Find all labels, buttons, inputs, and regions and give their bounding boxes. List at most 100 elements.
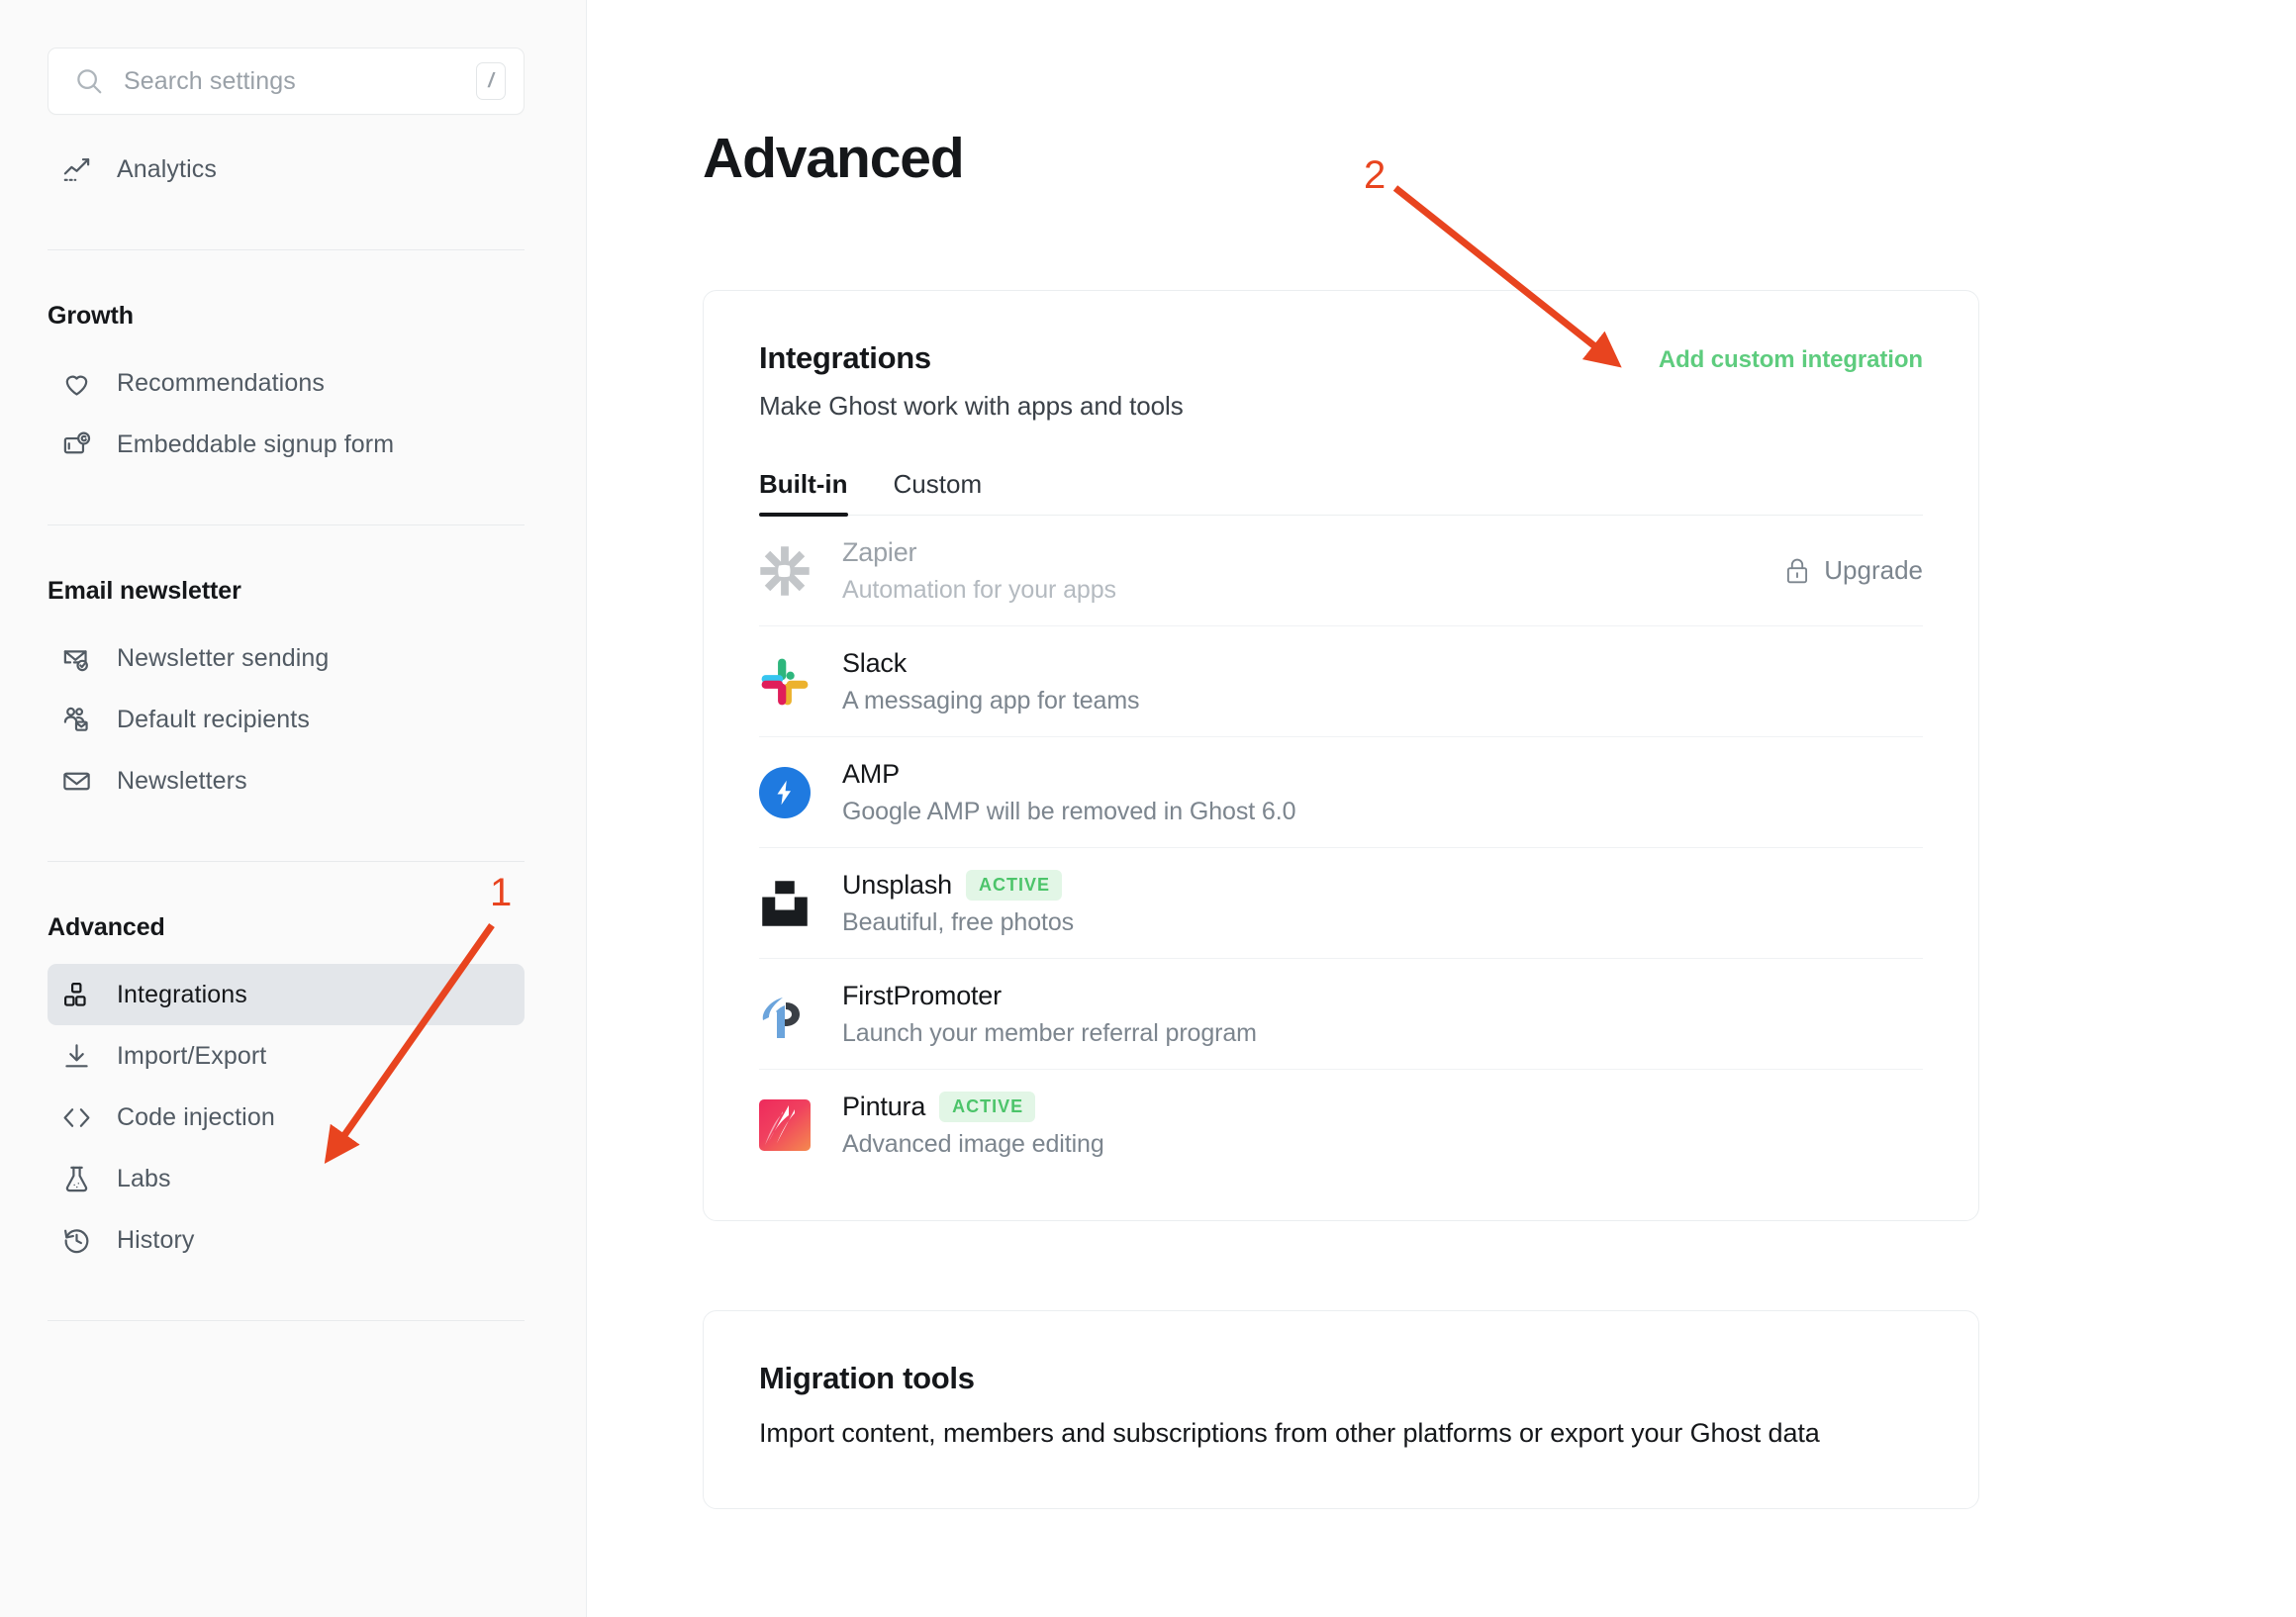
code-brackets-icon [61,1102,92,1133]
sidebar-item-default-recipients[interactable]: Default recipients [48,689,525,750]
integration-name-line: Pintura ACTIVE [842,1092,1923,1122]
sidebar-item-newsletter-sending[interactable]: Newsletter sending [48,627,525,689]
search-icon [74,66,104,96]
integration-row-unsplash[interactable]: Unsplash ACTIVE Beautiful, free photos [759,848,1923,959]
sidebar-item-newsletters[interactable]: Newsletters [48,750,525,811]
unsplash-logo-icon [759,878,811,929]
search-area: Search settings / [0,0,586,115]
firstpromoter-logo-icon [759,989,811,1040]
slack-logo-icon [759,656,811,708]
integration-name: Zapier [842,536,917,567]
migration-tools-subtitle: Import content, members and subscription… [759,1418,1820,1448]
blocks-icon [61,980,92,1010]
sidebar-section-title-growth: Growth [48,302,134,330]
status-badge: ACTIVE [939,1092,1036,1122]
tab-built-in[interactable]: Built-in [759,469,848,517]
add-custom-integration-button[interactable]: Add custom integration [1659,346,1923,374]
integration-name-line: Unsplash ACTIVE [842,869,1923,901]
search-input[interactable]: Search settings / [48,48,525,115]
sidebar-item-label: Newsletters [117,766,247,795]
sidebar-divider [48,524,525,525]
integrations-tabs: Built-in Custom [759,469,1923,517]
integration-text: FirstPromoter Launch your member referra… [842,981,1923,1048]
sidebar-item-label: Recommendations [117,368,325,397]
main-content: Advanced Integrations Make Ghost work wi… [587,0,2296,1617]
integration-name-line: Slack [842,648,1923,679]
integrations-card-subtitle: Make Ghost work with apps and tools [759,391,1184,421]
integration-row-amp[interactable]: AMP Google AMP will be removed in Ghost … [759,737,1923,848]
sidebar-item-history[interactable]: History [48,1209,525,1271]
sidebar-item-label: Import/Export [117,1041,267,1070]
sidebar-group-email-newsletter: Newsletter sending Default recipients Ne… [0,627,586,811]
integration-row-zapier[interactable]: Zapier Automation for your apps Upgrade [759,516,1923,626]
sidebar-item-label: Newsletter sending [117,643,330,672]
integration-description: Beautiful, free photos [842,907,1075,936]
sidebar-item-integrations[interactable]: Integrations [48,964,525,1025]
analytics-chart-icon [61,154,92,185]
integration-name: Unsplash [842,869,952,900]
sidebar-item-embeddable-signup-form[interactable]: Embeddable signup form [48,414,525,475]
tab-custom[interactable]: Custom [894,469,983,515]
sidebar-item-recommendations[interactable]: Recommendations [48,352,525,414]
sidebar-item-label: Default recipients [117,705,310,733]
sidebar-group-growth: Recommendations Embeddable signup form [0,352,586,475]
status-badge: ACTIVE [965,869,1062,901]
heart-icon [61,368,92,399]
users-envelope-icon [61,705,92,735]
sidebar-divider [48,861,525,862]
flask-icon [61,1164,92,1194]
integrations-card-header: Integrations Make Ghost work with apps a… [759,340,1923,422]
integration-text: Slack A messaging app for teams [842,648,1923,715]
sidebar-item-label: Analytics [117,154,217,183]
integration-name-line: Zapier [842,537,1784,568]
integration-name: Slack [842,647,908,678]
settings-screen: Search settings / Analytics Growth Recom… [0,0,2296,1617]
integration-name: AMP [842,758,900,789]
sidebar-item-label: Code injection [117,1102,275,1131]
sidebar-top-group: Analytics [0,139,586,200]
lock-icon [1784,556,1810,586]
integration-row-pintura[interactable]: Pintura ACTIVE Advanced image editing [759,1070,1923,1181]
integration-text: Pintura ACTIVE Advanced image editing [842,1092,1923,1159]
zapier-logo-icon [759,545,811,597]
sidebar-item-label: Labs [117,1164,171,1192]
integration-name: FirstPromoter [842,980,1002,1010]
signup-form-icon [61,429,92,460]
sidebar-item-label: Integrations [117,980,247,1008]
sidebar-item-analytics[interactable]: Analytics [48,139,525,200]
integration-name-line: AMP [842,759,1923,790]
integration-description: Launch your member referral program [842,1018,1257,1047]
integration-row-slack[interactable]: Slack A messaging app for teams [759,626,1923,737]
sidebar-item-import-export[interactable]: Import/Export [48,1025,525,1087]
integration-description: Advanced image editing [842,1130,1104,1158]
migration-tools-card: Migration tools Import content, members … [703,1310,1979,1510]
integration-name-line: FirstPromoter [842,981,1923,1011]
sidebar-item-label: History [117,1225,195,1254]
integration-text: Unsplash ACTIVE Beautiful, free photos [842,869,1923,937]
pintura-logo-icon [759,1099,811,1151]
integration-name: Pintura [842,1092,926,1121]
migration-tools-title: Migration tools [759,1361,975,1395]
envelope-check-icon [61,643,92,674]
sidebar-item-labs[interactable]: Labs [48,1148,525,1209]
integrations-card: Integrations Make Ghost work with apps a… [703,290,1979,1221]
sidebar-divider [48,249,525,250]
integration-description: Google AMP will be removed in Ghost 6.0 [842,797,1296,825]
search-shortcut-key: / [476,62,506,100]
integration-text: Zapier Automation for your apps [842,537,1784,605]
sidebar-group-advanced: Integrations Import/Export Code injectio… [0,964,586,1271]
integration-upgrade-action[interactable]: Upgrade [1784,555,1923,586]
integration-description: Automation for your apps [842,575,1116,604]
integration-description: A messaging app for teams [842,686,1140,714]
integration-upgrade-label: Upgrade [1824,555,1923,585]
integration-row-firstpromoter[interactable]: FirstPromoter Launch your member referra… [759,959,1923,1070]
sidebar-item-label: Embeddable signup form [117,429,395,458]
settings-sidebar: Search settings / Analytics Growth Recom… [0,0,587,1617]
amp-logo-icon [759,766,811,818]
sidebar-section-title-email-newsletter: Email newsletter [48,577,241,605]
sidebar-section-title-advanced: Advanced [48,913,165,941]
page-title: Advanced [703,127,965,190]
integration-text: AMP Google AMP will be removed in Ghost … [842,759,1923,826]
envelope-icon [61,766,92,797]
sidebar-item-code-injection[interactable]: Code injection [48,1087,525,1148]
